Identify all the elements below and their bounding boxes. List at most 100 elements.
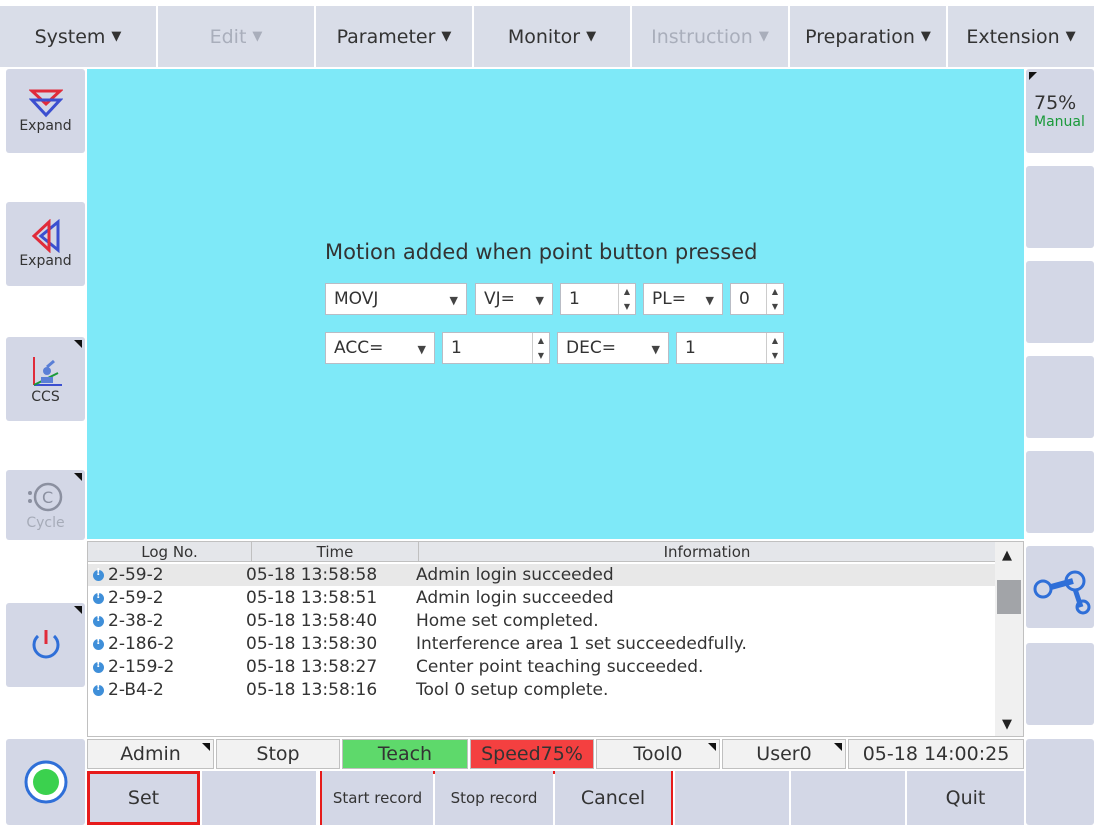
stepper-buttons[interactable]: ▲ ▼ bbox=[618, 284, 635, 314]
menu-label: Preparation bbox=[805, 25, 915, 48]
column-header-information[interactable]: Information bbox=[419, 542, 996, 562]
set-button[interactable]: Set bbox=[87, 771, 200, 825]
menu-parameter[interactable]: Parameter ▼ bbox=[316, 6, 472, 67]
cycle-label: Cycle bbox=[26, 515, 65, 531]
dropdown-corner-icon bbox=[708, 743, 716, 751]
motion-title: Motion added when point button pressed bbox=[325, 240, 758, 264]
right-button-7[interactable] bbox=[1026, 643, 1094, 725]
robot-button[interactable] bbox=[1026, 546, 1094, 628]
cycle-icon: C bbox=[27, 482, 62, 512]
menu-system[interactable]: System ▼ bbox=[0, 6, 156, 67]
table-row[interactable]: 2-59-2 05-18 13:58:58 Admin login succee… bbox=[88, 564, 996, 586]
menu-instruction[interactable]: Instruction ▼ bbox=[632, 6, 788, 67]
acc-stepper[interactable]: 1 ▲ ▼ bbox=[442, 332, 550, 364]
quit-button[interactable]: Quit bbox=[907, 771, 1024, 825]
dec-select[interactable]: DEC= ▼ bbox=[557, 332, 669, 364]
speed-mode-button[interactable]: 75% Manual bbox=[1026, 69, 1094, 153]
dropdown-corner-icon bbox=[834, 743, 842, 751]
down-icon[interactable]: ▼ bbox=[619, 299, 635, 314]
acc-value: 1 bbox=[451, 338, 462, 358]
log-table[interactable]: Log No. Time Information 2-59-2 05-18 13… bbox=[87, 541, 1024, 737]
log-time: 05-18 13:58:27 bbox=[246, 657, 378, 677]
vj-value: 1 bbox=[569, 289, 580, 309]
down-icon[interactable]: ▼ bbox=[767, 348, 783, 363]
menu-preparation[interactable]: Preparation ▼ bbox=[790, 6, 946, 67]
mode-status: Teach bbox=[342, 739, 468, 769]
down-icon[interactable]: ▼ bbox=[533, 348, 549, 363]
scroll-up-icon[interactable]: ▲ bbox=[1002, 548, 1012, 563]
cancel-button[interactable]: Cancel bbox=[555, 771, 671, 825]
right-button-2[interactable] bbox=[1026, 166, 1094, 248]
dropdown-corner-icon bbox=[74, 606, 82, 614]
cycle-button[interactable]: C Cycle bbox=[6, 470, 85, 540]
menu-extension[interactable]: Extension ▼ bbox=[948, 6, 1094, 67]
expand-down-button[interactable]: Expand bbox=[6, 69, 85, 153]
column-header-log-no[interactable]: Log No. bbox=[88, 542, 252, 562]
pl-label: PL= bbox=[652, 289, 686, 309]
acc-select[interactable]: ACC= ▼ bbox=[325, 332, 435, 364]
log-no-cell: 2-38-2 bbox=[88, 611, 246, 631]
function-button-7[interactable] bbox=[791, 771, 905, 825]
datetime-status: 05-18 14:00:25 bbox=[848, 739, 1024, 769]
down-icon[interactable]: ▼ bbox=[767, 299, 783, 314]
dec-stepper[interactable]: 1 ▲ ▼ bbox=[676, 332, 784, 364]
chevron-down-icon: ▼ bbox=[441, 29, 452, 44]
function-button-2[interactable] bbox=[202, 771, 316, 825]
table-row[interactable]: 2-59-2 05-18 13:58:51 Admin login succee… bbox=[88, 587, 996, 609]
dropdown-corner-icon bbox=[74, 473, 82, 481]
log-info: Admin login succeeded bbox=[416, 588, 614, 608]
column-header-time[interactable]: Time bbox=[252, 542, 419, 562]
dec-label: DEC= bbox=[566, 338, 616, 358]
record-button[interactable] bbox=[6, 739, 85, 825]
up-icon[interactable]: ▲ bbox=[533, 333, 549, 348]
info-icon bbox=[93, 636, 104, 650]
power-button[interactable] bbox=[6, 603, 85, 687]
tool-label: Tool0 bbox=[633, 743, 683, 765]
expand-left-button[interactable]: Expand bbox=[6, 202, 85, 286]
chevron-down-icon: ▼ bbox=[535, 294, 544, 307]
table-row[interactable]: 2-38-2 05-18 13:58:40 Home set completed… bbox=[88, 610, 996, 632]
robot-arm-icon bbox=[1033, 570, 1091, 615]
right-button-4[interactable] bbox=[1026, 356, 1094, 438]
table-row[interactable]: 2-186-2 05-18 13:58:30 Interference area… bbox=[88, 633, 996, 655]
function-button-6[interactable] bbox=[675, 771, 789, 825]
menu-monitor[interactable]: Monitor ▼ bbox=[474, 6, 630, 67]
stepper-buttons[interactable]: ▲ ▼ bbox=[766, 284, 783, 314]
vj-select[interactable]: VJ= ▼ bbox=[475, 283, 553, 315]
right-button-8[interactable] bbox=[1026, 739, 1094, 825]
table-row[interactable]: 2-159-2 05-18 13:58:27 Center point teac… bbox=[88, 656, 996, 678]
log-info: Admin login succeeded bbox=[416, 565, 614, 585]
table-row[interactable]: 2-B4-2 05-18 13:58:16 Tool 0 setup compl… bbox=[88, 679, 996, 701]
log-no-cell: 2-186-2 bbox=[88, 634, 246, 654]
vj-stepper[interactable]: 1 ▲ ▼ bbox=[560, 283, 636, 315]
motion-type-select[interactable]: MOVJ ▼ bbox=[325, 283, 467, 315]
pl-stepper[interactable]: 0 ▲ ▼ bbox=[730, 283, 784, 315]
up-icon[interactable]: ▲ bbox=[619, 284, 635, 299]
stepper-buttons[interactable]: ▲ ▼ bbox=[532, 333, 549, 363]
right-button-5[interactable] bbox=[1026, 451, 1094, 533]
menu-label: Edit bbox=[209, 25, 247, 48]
pl-select[interactable]: PL= ▼ bbox=[643, 283, 723, 315]
start-record-button[interactable]: Start record bbox=[322, 771, 433, 825]
log-scrollbar[interactable]: ▲ ▼ bbox=[995, 542, 1023, 736]
user-status[interactable]: Admin bbox=[87, 739, 214, 769]
log-time: 05-18 13:58:16 bbox=[246, 680, 378, 700]
menu-edit[interactable]: Edit ▼ bbox=[158, 6, 314, 67]
right-button-3[interactable] bbox=[1026, 261, 1094, 343]
stepper-buttons[interactable]: ▲ ▼ bbox=[766, 333, 783, 363]
chevron-down-icon: ▼ bbox=[705, 294, 714, 307]
menu-label: Parameter bbox=[336, 25, 436, 48]
info-icon bbox=[93, 590, 104, 604]
user-frame-status[interactable]: User0 bbox=[722, 739, 846, 769]
chevron-down-icon: ▼ bbox=[1065, 29, 1076, 44]
up-icon[interactable]: ▲ bbox=[767, 333, 783, 348]
scroll-down-icon[interactable]: ▼ bbox=[1002, 717, 1012, 732]
vj-label: VJ= bbox=[484, 289, 515, 309]
ccs-label: CCS bbox=[31, 389, 60, 405]
up-icon[interactable]: ▲ bbox=[767, 284, 783, 299]
stop-record-button[interactable]: Stop record bbox=[435, 771, 553, 825]
ccs-button[interactable]: CCS bbox=[6, 337, 85, 421]
scroll-thumb[interactable] bbox=[997, 580, 1021, 614]
tool-status[interactable]: Tool0 bbox=[596, 739, 720, 769]
acc-label: ACC= bbox=[334, 338, 384, 358]
